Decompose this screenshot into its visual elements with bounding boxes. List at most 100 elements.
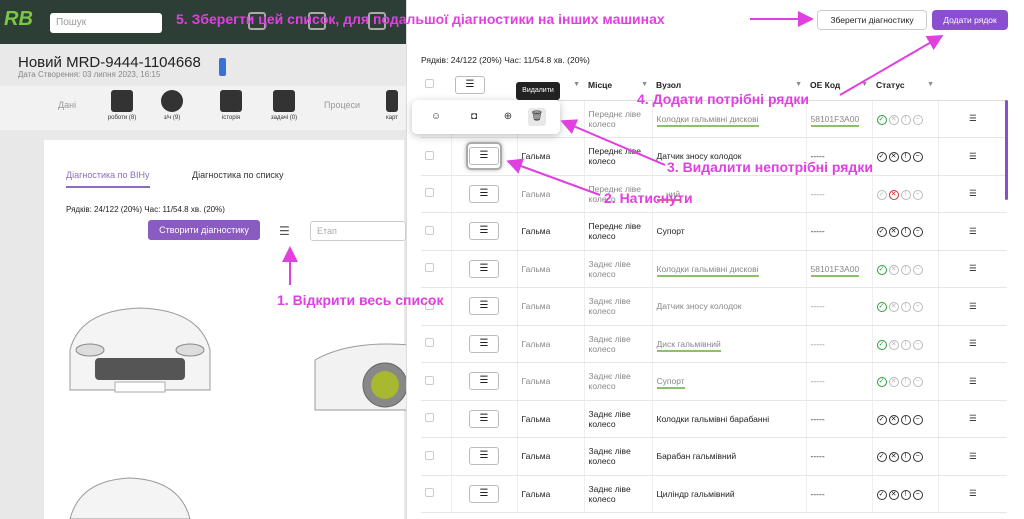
row-checkbox[interactable]	[425, 450, 434, 460]
row-checkbox[interactable]	[425, 375, 434, 385]
table-row[interactable]: ☰ Гальма Переднє ліве колесо... ний ----- ✓ ✕…	[421, 175, 1007, 213]
status-ok-icon[interactable]: ✓	[876, 377, 887, 388]
status-skip-icon[interactable]: −	[912, 414, 923, 425]
row-menu-button[interactable]: ☰	[469, 334, 499, 353]
scrollbar[interactable]	[1005, 100, 1008, 200]
status-warn-icon[interactable]: !	[900, 339, 911, 350]
table-row[interactable]: ☰ Гальма Заднє ліве колесо Диск гальмівний -…	[421, 325, 1007, 363]
status-skip-icon[interactable]: −	[912, 489, 923, 500]
search-input[interactable]: Пошук	[50, 13, 162, 33]
row-select[interactable]	[421, 212, 451, 251]
nav-history[interactable]: історія	[207, 90, 255, 121]
status-skip-icon[interactable]: −	[912, 114, 923, 125]
status-bad-icon[interactable]: ✕	[888, 227, 899, 238]
tab-list[interactable]: Діагностика по списку	[192, 170, 283, 186]
row-checkbox[interactable]	[425, 225, 434, 235]
nav-tasks[interactable]: задачі (0)	[260, 90, 308, 121]
row-drag-icon[interactable]: ☰	[969, 151, 977, 161]
table-row[interactable]: ☰ Гальма Переднє ліве колесо Супорт ----- ✓ ✕!…	[421, 212, 1007, 251]
status-warn-icon[interactable]: !	[900, 189, 911, 200]
table-row[interactable]: ☰ Гальма Заднє ліве колесо Циліндр гальмівн…	[421, 475, 1007, 513]
table-row[interactable]: ☰ Гальма Заднє ліве колесо Колодки гальмівн…	[421, 250, 1007, 288]
nav-data[interactable]: Дані	[58, 100, 76, 110]
status-ok-icon[interactable]: ✓	[876, 339, 887, 350]
row-drag-icon[interactable]: ☰	[969, 376, 977, 386]
row-menu-button[interactable]: ☰	[469, 372, 499, 391]
row-menu-button[interactable]: ☰	[469, 409, 499, 428]
status-warn-icon[interactable]: !	[900, 302, 911, 313]
status-ok-icon[interactable]: ✓	[876, 452, 887, 463]
table-row[interactable]: ☰ Гальма Заднє ліве колесо Колодки гальмівн…	[421, 400, 1007, 438]
row-drag-icon[interactable]: ☰	[969, 451, 977, 461]
row-select[interactable]	[421, 400, 451, 438]
status-warn-icon[interactable]: !	[900, 377, 911, 388]
table-row[interactable]: ☰ Гальма Заднє ліве колесо Барабан гальмівн…	[421, 437, 1007, 476]
row-checkbox[interactable]	[425, 263, 434, 273]
status-ok-icon[interactable]: ✓	[876, 152, 887, 163]
status-bad-icon[interactable]: ✕	[888, 302, 899, 313]
status-bad-icon[interactable]: ✕	[888, 114, 899, 125]
status-bad-icon[interactable]: ✕	[888, 264, 899, 275]
comment-icon[interactable]: ☺	[427, 108, 445, 126]
row-select[interactable]	[421, 137, 451, 176]
row-select[interactable]	[421, 362, 451, 401]
status-bad-icon[interactable]: ✕	[888, 189, 899, 200]
row-drag-icon[interactable]: ☰	[969, 263, 977, 273]
select-all-checkbox[interactable]	[425, 79, 434, 89]
status-ok-icon[interactable]: ✓	[876, 264, 887, 275]
status-bad-icon[interactable]: ✕	[888, 452, 899, 463]
filter-icon[interactable]: ▼	[573, 81, 580, 88]
nav-map[interactable]: карт	[374, 90, 410, 121]
status-skip-icon[interactable]: −	[912, 339, 923, 350]
table-row[interactable]: ☰ Гальма Заднє ліве колесо Датчик зносу кол…	[421, 287, 1007, 326]
add-row-button[interactable]: Додати рядок	[932, 10, 1008, 30]
status-warn-icon[interactable]: !	[900, 452, 911, 463]
row-checkbox[interactable]	[425, 150, 434, 160]
status-ok-icon[interactable]: ✓	[876, 189, 887, 200]
status-skip-icon[interactable]: −	[912, 377, 923, 388]
status-skip-icon[interactable]: −	[912, 227, 923, 238]
row-menu-button[interactable]: ☰	[469, 184, 499, 203]
status-bad-icon[interactable]: ✕	[888, 377, 899, 388]
row-drag-icon[interactable]: ☰	[969, 226, 977, 236]
row-drag-icon[interactable]: ☰	[969, 488, 977, 498]
row-menu-button[interactable]: ☰	[469, 447, 499, 466]
status-bad-icon[interactable]: ✕	[888, 339, 899, 350]
menu-icon[interactable]: ☰	[279, 224, 290, 238]
row-drag-icon[interactable]: ☰	[969, 113, 977, 123]
status-ok-icon[interactable]: ✓	[876, 114, 887, 125]
row-select[interactable]	[421, 175, 451, 213]
status-ok-icon[interactable]: ✓	[876, 414, 887, 425]
header-select[interactable]	[421, 70, 451, 101]
row-checkbox[interactable]	[425, 188, 434, 198]
header-menu-button[interactable]: ☰	[455, 75, 485, 94]
row-select[interactable]	[421, 437, 451, 476]
row-checkbox[interactable]	[425, 488, 434, 498]
row-menu-button[interactable]: ☰	[469, 222, 499, 241]
save-diagnostics-button[interactable]: Зберегти діагностику	[817, 10, 927, 30]
header-oe-code[interactable]: ОЕ Код ▼	[806, 70, 872, 101]
row-select[interactable]	[421, 250, 451, 288]
row-menu-button[interactable]: ☰	[469, 484, 499, 503]
filter-icon[interactable]: ▼	[861, 81, 868, 88]
stage-input[interactable]: Етап	[310, 221, 406, 241]
status-warn-icon[interactable]: !	[900, 152, 911, 163]
filter-icon[interactable]: ▼	[641, 81, 648, 88]
row-menu-button[interactable]: ☰	[469, 259, 499, 278]
status-warn-icon[interactable]: !	[900, 227, 911, 238]
status-bad-icon[interactable]: ✕	[888, 152, 899, 163]
create-diagnostics-button[interactable]: Створити діагностику	[148, 220, 260, 240]
row-menu-button[interactable]: ☰	[469, 297, 499, 316]
row-select[interactable]	[421, 475, 451, 513]
status-ok-icon[interactable]: ✓	[876, 302, 887, 313]
status-warn-icon[interactable]: !	[900, 114, 911, 125]
status-warn-icon[interactable]: !	[900, 489, 911, 500]
status-skip-icon[interactable]: −	[912, 264, 923, 275]
status-skip-icon[interactable]: −	[912, 302, 923, 313]
row-select[interactable]	[421, 325, 451, 363]
nav-processes[interactable]: Процеси	[324, 100, 360, 110]
tab-vin[interactable]: Діагностика по ВІНу	[66, 170, 150, 188]
camera-icon[interactable]: ◘	[465, 108, 483, 126]
header-status[interactable]: Статус ▼	[872, 70, 938, 101]
status-ok-icon[interactable]: ✓	[876, 489, 887, 500]
